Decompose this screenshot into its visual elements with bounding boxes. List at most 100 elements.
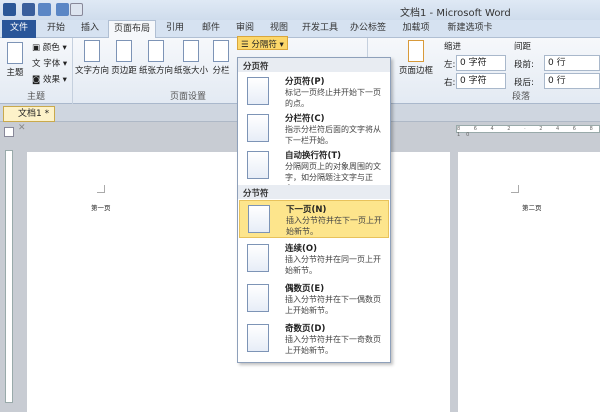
close-tab-icon[interactable]: ✕ (18, 123, 26, 133)
item-title: 偶数页(E) (285, 284, 325, 294)
page-2-text: 第二页 (522, 204, 542, 212)
page-borders-button[interactable]: 页面边框 (396, 40, 436, 76)
page-borders-icon (408, 40, 424, 62)
menu-item-odd-page[interactable]: 奇数页(D) 插入分节符并在下一奇数页上开始新节。 (239, 320, 389, 358)
menu-item-page-break[interactable]: 分页符(P) 标记一页终止并开始下一页的点。 (239, 73, 389, 111)
spacing-before-label: 段前: (514, 60, 534, 70)
item-desc: 插入分节符并在下一页上开始新节。 (286, 216, 382, 236)
tab-insert[interactable]: 插入 (74, 20, 106, 38)
menu-item-continuous[interactable]: 连续(O) 插入分节符并在同一页上开始新节。 (239, 240, 389, 278)
menu-item-column-break[interactable]: 分栏符(C) 指示分栏符后面的文字将从下一栏开始。 (239, 110, 389, 148)
item-title: 自动换行符(T) (285, 151, 342, 161)
vertical-ruler[interactable] (5, 150, 13, 403)
tab-home[interactable]: 开始 (40, 20, 72, 38)
orientation-icon (148, 40, 164, 62)
page-2[interactable]: 第二页 (458, 152, 600, 412)
print-preview-icon[interactable] (70, 3, 83, 16)
tab-file[interactable]: 文件 (2, 20, 36, 38)
indent-right-input[interactable]: 0 字符 (456, 73, 506, 89)
spacing-after-label: 段后: (514, 78, 534, 88)
tab-stop-selector[interactable] (4, 127, 14, 137)
page-break-icon (247, 77, 269, 105)
margin-corner (511, 185, 519, 193)
menu-item-even-page[interactable]: 偶数页(E) 插入分节符并在下一偶数页上开始新节。 (239, 280, 389, 318)
orientation-label: 纸张方向 (139, 66, 174, 76)
colors-button[interactable]: ▣ 颜色 ▾ (32, 41, 67, 53)
text-direction-label: 文字方向 (75, 66, 110, 76)
page-borders-label: 页面边框 (398, 66, 433, 76)
horizontal-ruler[interactable]: 8 6 4 2 · 2 4 6 8 10 (456, 125, 600, 138)
margin-corner (97, 185, 105, 193)
item-desc: 插入分节符并在下一偶数页上开始新节。 (285, 295, 381, 315)
tab-developer[interactable]: 开发工具 (298, 20, 342, 38)
indent-left-input[interactable]: 0 字符 (456, 55, 506, 71)
tab-new[interactable]: 新建选项卡 (440, 20, 500, 38)
tab-addins[interactable]: 加载项 (396, 20, 436, 38)
indent-left-label: 左: (444, 60, 456, 70)
margins-label: 页边距 (111, 66, 137, 76)
tab-page-layout[interactable]: 页面布局 (108, 20, 156, 39)
item-title: 下一页(N) (286, 205, 327, 215)
orientation-button[interactable]: 纸张方向 (139, 40, 173, 76)
size-label: 纸张大小 (174, 66, 209, 76)
margins-icon (116, 40, 132, 62)
item-desc: 指示分栏符后面的文字将从下一栏开始。 (285, 125, 381, 145)
paragraph-group-label: 段落 (511, 92, 530, 102)
themes-icon (7, 42, 23, 64)
indent-label: 缩进 (444, 42, 462, 52)
text-wrapping-icon (247, 151, 269, 179)
redo-icon[interactable] (56, 3, 69, 16)
undo-icon[interactable] (38, 3, 51, 16)
menu-item-next-page[interactable]: 下一页(N) 插入分节符并在下一页上开始新节。 (239, 200, 389, 238)
section-breaks-header: 分节符 (238, 185, 390, 199)
columns-label: 分栏 (212, 66, 230, 76)
window-title: 文档1 - Microsoft Word (400, 8, 511, 19)
theme-group-label: 主题 (26, 92, 45, 102)
breaks-label: 分隔符 (251, 40, 277, 50)
next-page-icon (248, 205, 270, 233)
spacing-after-input[interactable]: 0 行 (544, 73, 600, 89)
tab-mailings[interactable]: 邮件 (194, 20, 228, 38)
item-desc: 标记一页终止并开始下一页的点。 (285, 88, 381, 108)
text-direction-icon (84, 40, 100, 62)
page-breaks-header: 分页符 (238, 58, 390, 72)
item-desc: 插入分节符并在同一页上开始新节。 (285, 255, 381, 275)
tab-office-tab[interactable]: 办公标签 (344, 20, 392, 38)
odd-page-icon (247, 324, 269, 352)
fonts-label: 字体 (43, 59, 61, 69)
breaks-button[interactable]: ☰ 分隔符 ▾ (237, 36, 288, 50)
indent-right-label: 右: (444, 78, 456, 88)
tab-references[interactable]: 引用 (158, 20, 192, 38)
continuous-icon (247, 244, 269, 272)
column-break-icon (247, 114, 269, 142)
item-title: 连续(O) (285, 244, 317, 254)
effects-button[interactable]: ◙ 效果 ▾ (32, 73, 67, 85)
even-page-icon (247, 284, 269, 312)
columns-icon (213, 40, 229, 62)
item-title: 分页符(P) (285, 77, 325, 87)
title-bar: 文档1 - Microsoft Word (0, 0, 600, 20)
item-title: 分栏符(C) (285, 114, 325, 124)
size-icon (183, 40, 199, 62)
size-button[interactable]: 纸张大小 (174, 40, 208, 76)
effects-label: 效果 (42, 75, 60, 85)
fonts-button[interactable]: 文 字体 ▾ (32, 57, 67, 69)
columns-button[interactable]: 分栏 (210, 40, 232, 76)
text-direction-button[interactable]: 文字方向 (75, 40, 109, 76)
colors-label: 颜色 (42, 43, 60, 53)
theme-group: 主题 ▣ 颜色 ▾ 文 字体 ▾ ◙ 效果 ▾ 主题 (0, 38, 73, 104)
menu-item-text-wrapping-break[interactable]: 自动换行符(T)分隔网页上的对象周围的文字，如分隔题注文字与正文。 (239, 147, 389, 193)
margins-button[interactable]: 页边距 (110, 40, 138, 76)
word-logo-icon (3, 3, 16, 16)
item-title: 奇数页(D) (285, 324, 326, 334)
themes-button[interactable]: 主题 (3, 42, 27, 78)
save-icon[interactable] (22, 3, 35, 16)
document-tab[interactable]: 文档1 * ✕ (3, 106, 55, 133)
breaks-dropdown-menu: 分页符 分页符(P) 标记一页终止并开始下一页的点。 分栏符(C) 指示分栏符后面的… (237, 57, 391, 363)
paragraph-group: 缩进 间距 左: 0 字符 右: 0 字符 段前: 0 行 段后: 0 行 段落 (442, 38, 600, 104)
themes-label: 主题 (6, 68, 24, 78)
item-desc: 插入分节符并在下一奇数页上开始新节。 (285, 335, 381, 355)
spacing-before-input[interactable]: 0 行 (544, 55, 600, 71)
document-tab-label: 文档1 * (18, 109, 50, 119)
page-1-text: 第一页 (91, 204, 111, 212)
